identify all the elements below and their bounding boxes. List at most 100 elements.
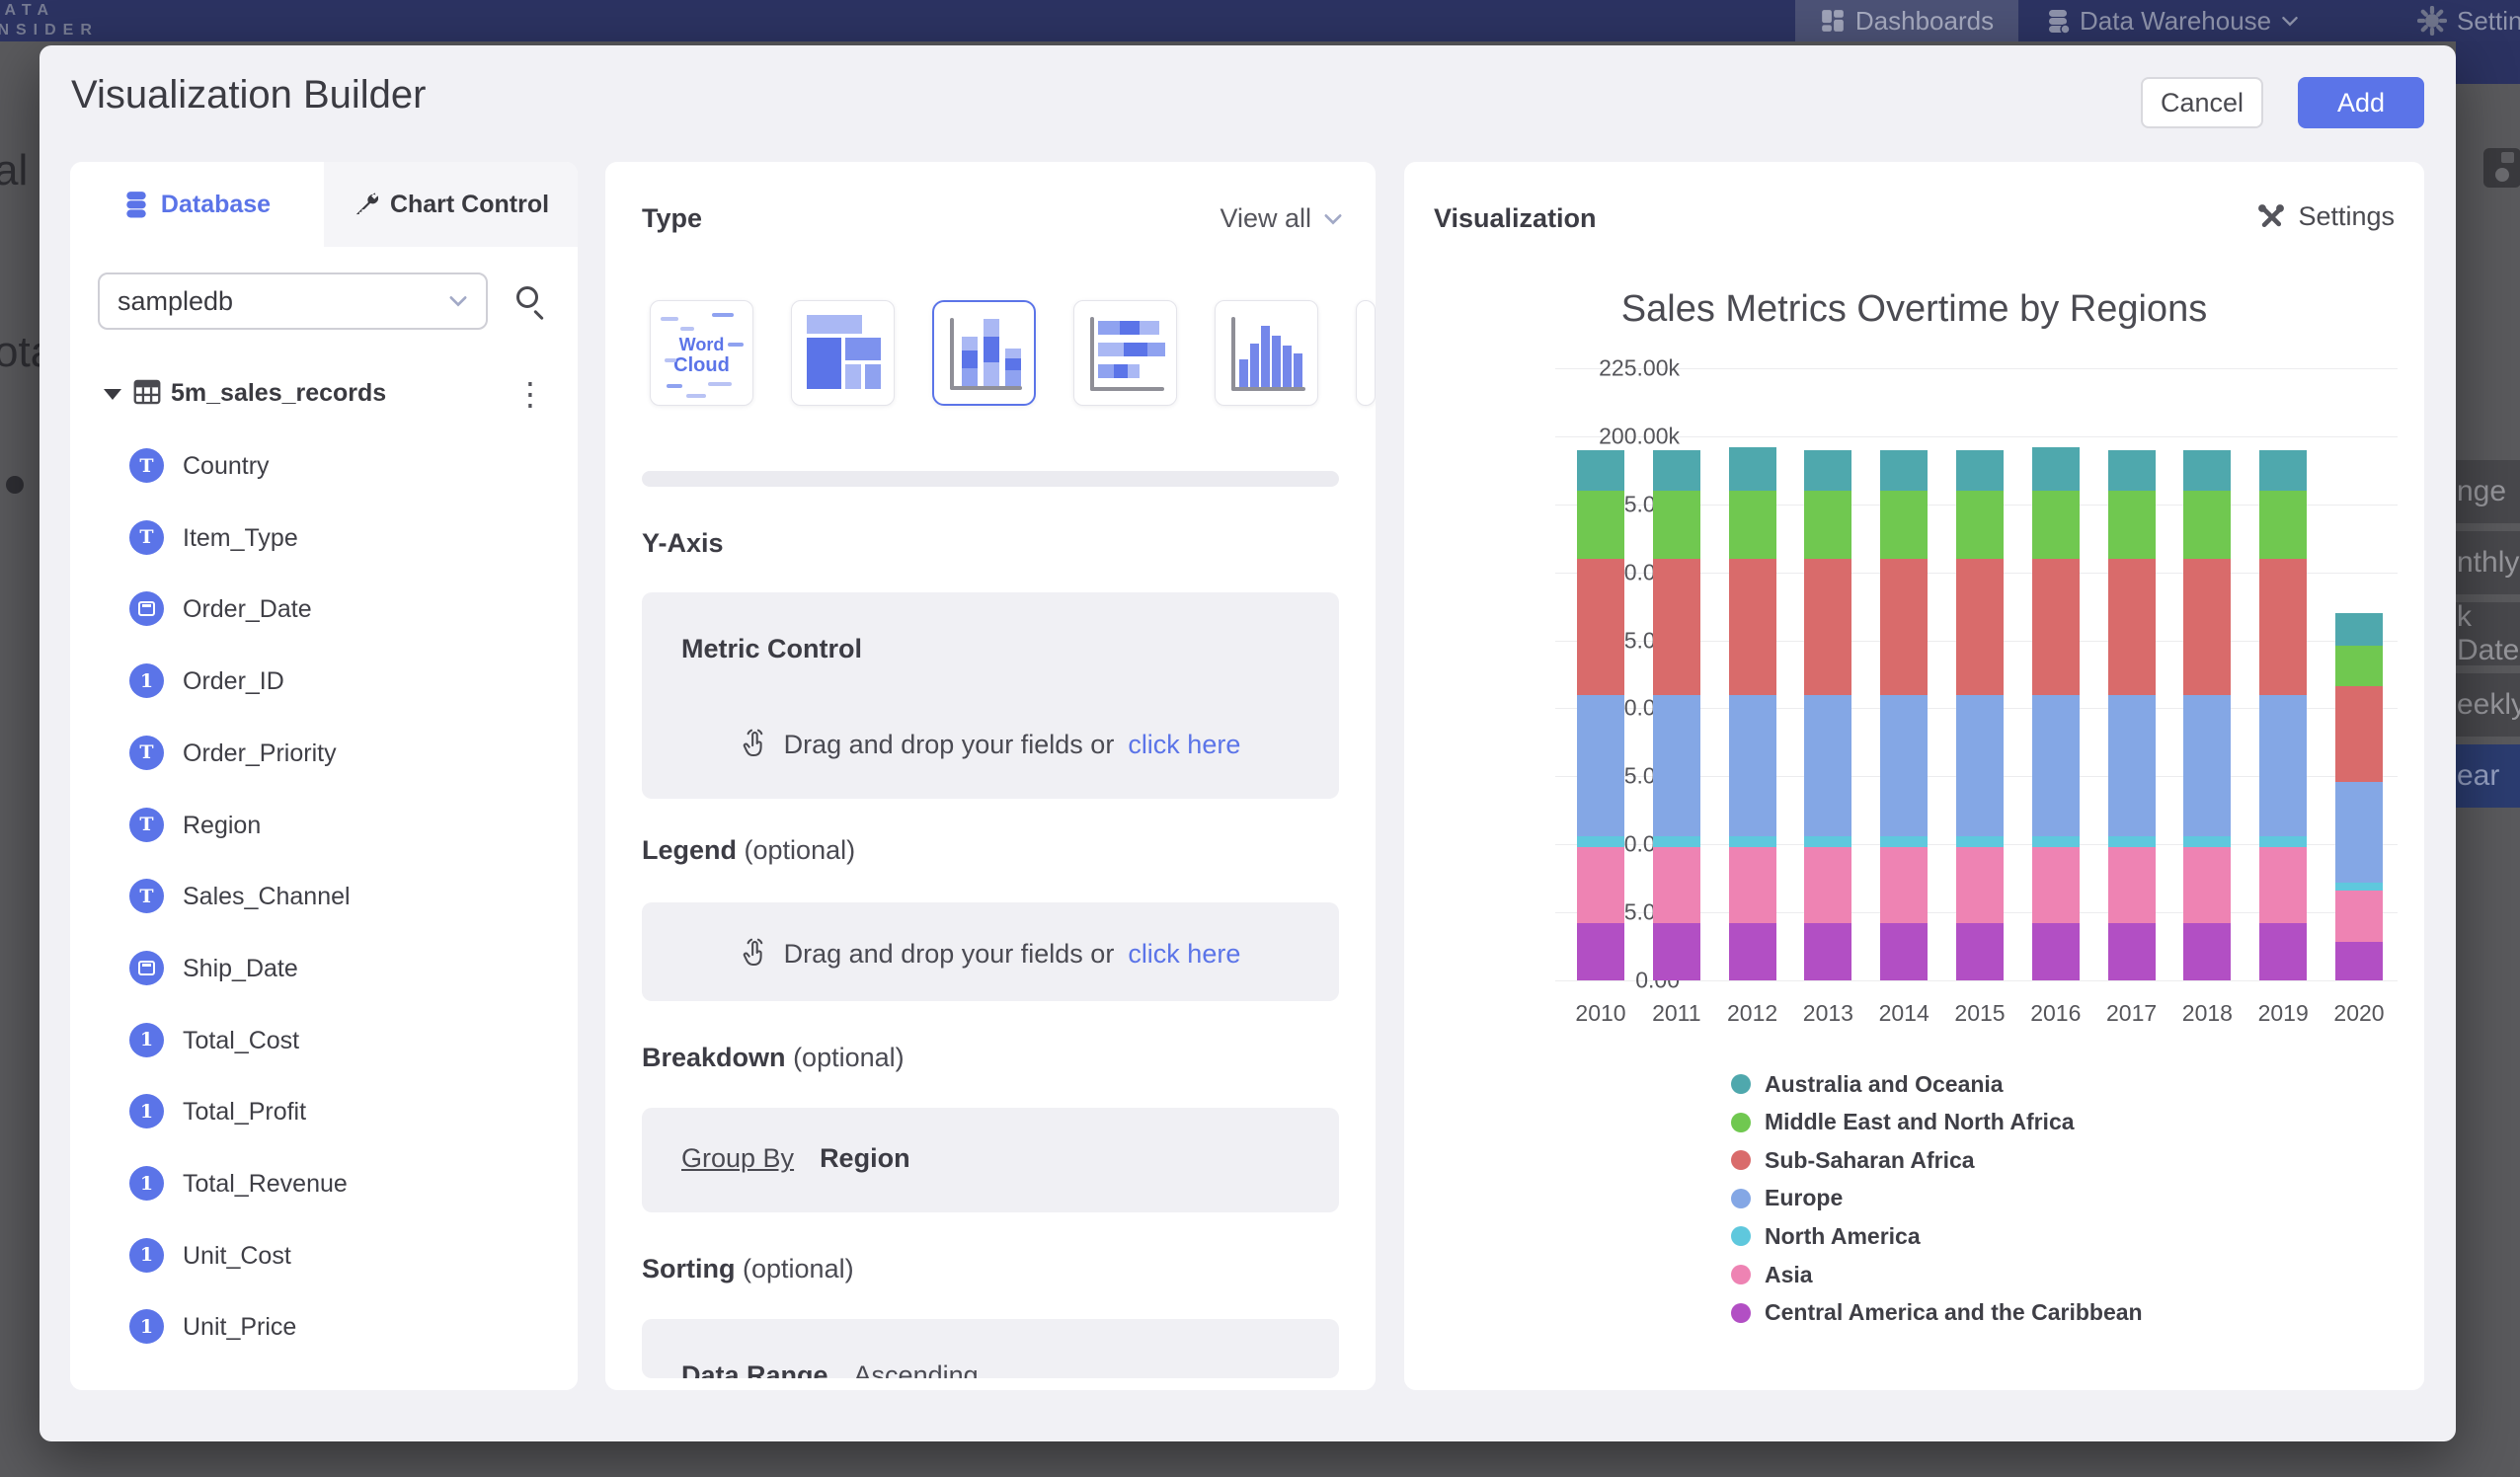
gridline (1555, 436, 2398, 437)
field-item-ship_date[interactable]: Ship_Date (70, 941, 578, 996)
legend-section-title: Legend (optional) (642, 835, 855, 866)
tiles-scrollbar[interactable] (642, 471, 1339, 487)
caret-down-icon[interactable] (104, 389, 121, 400)
top-nav-bar: DATA INSIDER Dashboards Data Warehouse S… (0, 0, 2520, 41)
bar-segment-australia-and-oceania (1956, 450, 2004, 491)
field-label: Total_Revenue (183, 1170, 348, 1199)
drag-hand-icon (741, 938, 770, 970)
nav-label: Data Warehouse (2080, 6, 2271, 37)
bar-segment-sub-saharan-africa (2032, 559, 2080, 695)
bar-segment-central-america-and-the-caribbean (2032, 923, 2080, 980)
chart-type-column[interactable] (1215, 300, 1318, 406)
tools-icon (2256, 202, 2286, 232)
bar-segment-asia (2032, 847, 2080, 923)
database-select[interactable]: sampledb (98, 272, 488, 330)
legend-label: Europe (1765, 1185, 1843, 1211)
bar-segment-middle-east-and-north-africa (1577, 491, 1624, 559)
field-item-total_profit[interactable]: 1Total_Profit (70, 1084, 578, 1139)
field-item-total_cost[interactable]: 1Total_Cost (70, 1013, 578, 1068)
cancel-button[interactable]: Cancel (2141, 77, 2263, 128)
sorting-section-title: Sorting (optional) (642, 1254, 854, 1284)
click-here-link[interactable]: click here (1128, 730, 1240, 760)
bar-segment-sub-saharan-africa (2183, 559, 2231, 695)
tab-chart-control[interactable]: Chart Control (324, 162, 578, 247)
field-item-unit_price[interactable]: 1Unit_Price (70, 1299, 578, 1355)
legend-dropzone[interactable]: Drag and drop your fields or click here (642, 902, 1339, 1001)
x-axis-tick-label: 2013 (1788, 1000, 1867, 1027)
field-item-sales_channel[interactable]: TSales_Channel (70, 869, 578, 924)
field-item-country[interactable]: TCountry (70, 438, 578, 494)
group-by-label[interactable]: Group By (681, 1143, 794, 1174)
bar-segment-asia (2183, 847, 2231, 923)
bar-segment-asia (1729, 847, 1776, 923)
nav-item-dashboards[interactable]: Dashboards (1795, 0, 2018, 41)
field-item-order_id[interactable]: 1Order_ID (70, 654, 578, 709)
field-item-item_type[interactable]: TItem_Type (70, 510, 578, 566)
legend-item-north-america[interactable]: North America (1731, 1223, 1921, 1249)
breakdown-dropzone[interactable]: Group By Region (642, 1108, 1339, 1212)
x-axis-tick-label: 2014 (1864, 1000, 1943, 1027)
kebab-menu-icon[interactable]: ⋮ (514, 375, 546, 413)
metric-control-dropzone[interactable]: Metric Control Drag and drop your fields… (642, 592, 1339, 799)
bar-segment-asia (1880, 847, 1928, 923)
bar-segment-asia (1804, 847, 1851, 923)
drop-hint-text: Drag and drop your fields or (784, 939, 1115, 970)
tab-database[interactable]: Database (70, 162, 324, 247)
bar-segment-middle-east-and-north-africa (2032, 491, 2080, 559)
chart-type-treemap[interactable] (791, 300, 895, 406)
bar-segment-asia (2259, 847, 2307, 923)
bar-segment-sub-saharan-africa (2259, 559, 2307, 695)
field-item-region[interactable]: TRegion (70, 798, 578, 853)
number-field-icon: 1 (129, 1309, 164, 1344)
field-item-unit_cost[interactable]: 1Unit_Cost (70, 1228, 578, 1283)
field-label: Total_Profit (183, 1098, 306, 1127)
background-text-fragment: al (0, 146, 28, 195)
y-axis-tick-label: 200.00k (1561, 423, 1680, 449)
bar-segment-north-america (1577, 836, 1624, 847)
nav-item-settings[interactable]: Settings (2417, 0, 2520, 41)
x-axis-tick-label: 2017 (2092, 1000, 2171, 1027)
chart-type-stacked-bar[interactable] (1073, 300, 1177, 406)
nav-item-data-warehouse[interactable]: Data Warehouse (2046, 0, 2299, 41)
sorting-dropzone[interactable]: Data Range Ascending (642, 1319, 1339, 1378)
gridline (1555, 368, 2398, 369)
text-field-icon: T (129, 448, 164, 483)
chart-type-next-partial[interactable] (1356, 300, 1376, 406)
x-axis-tick-label: 2020 (2320, 1000, 2399, 1027)
field-label: Order_Priority (183, 739, 337, 768)
y-axis-tick-label: 225.00k (1561, 355, 1680, 382)
search-icon[interactable] (516, 286, 538, 308)
table-tree-node[interactable]: 5m_sales_records ⋮ (70, 373, 578, 415)
add-button[interactable]: Add (2298, 77, 2424, 128)
number-field-icon: 1 (129, 1023, 164, 1057)
drag-hand-icon (741, 729, 770, 760)
chart-type-stacked-column[interactable] (932, 300, 1036, 406)
number-field-icon: 1 (129, 1238, 164, 1273)
legend-item-asia[interactable]: Asia (1731, 1262, 1813, 1287)
legend-dot (1731, 1265, 1751, 1284)
field-item-order_date[interactable]: Order_Date (70, 582, 578, 637)
bar-segment-sub-saharan-africa (1880, 559, 1928, 695)
legend-item-sub-saharan-africa[interactable]: Sub-Saharan Africa (1731, 1147, 1975, 1173)
save-icon[interactable] (2483, 148, 2520, 188)
field-item-order_priority[interactable]: TOrder_Priority (70, 726, 578, 781)
legend-dot (1731, 1113, 1751, 1132)
chart-settings-button[interactable]: Settings (2256, 201, 2395, 232)
calendar-glyph (138, 961, 155, 975)
field-label: Item_Type (183, 524, 298, 553)
legend-item-central-america-and-the-caribbean[interactable]: Central America and the Caribbean (1731, 1300, 2143, 1326)
sorting-field-label: Data Range (681, 1360, 828, 1378)
legend-item-europe[interactable]: Europe (1731, 1186, 1843, 1211)
gridline (1555, 980, 2398, 981)
legend-item-australia-and-oceania[interactable]: Australia and Oceania (1731, 1071, 2004, 1097)
click-here-link[interactable]: click here (1128, 939, 1240, 970)
bar-segment-europe (2259, 695, 2307, 836)
bar-segment-north-america (1729, 836, 1776, 847)
legend-dot (1731, 1189, 1751, 1208)
bar-segment-australia-and-oceania (2335, 613, 2383, 646)
view-all-dropdown[interactable]: View all (1220, 203, 1343, 234)
chart-type-word-cloud[interactable]: Word Cloud (650, 300, 753, 406)
legend-item-middle-east-and-north-africa[interactable]: Middle East and North Africa (1731, 1110, 2075, 1135)
bar-segment-sub-saharan-africa (1653, 559, 1700, 695)
field-item-total_revenue[interactable]: 1Total_Revenue (70, 1156, 578, 1211)
